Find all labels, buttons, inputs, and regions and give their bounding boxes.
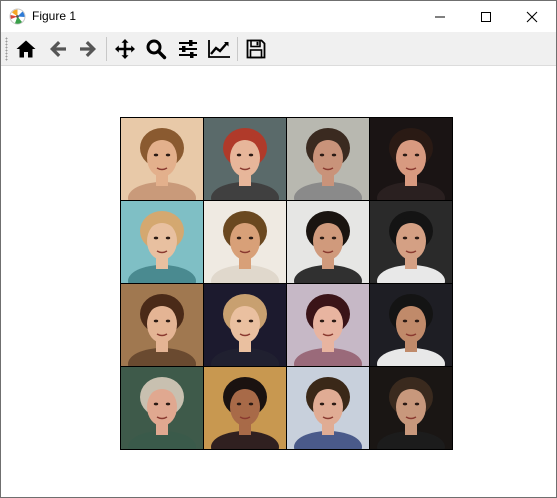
- face-image: [121, 367, 203, 449]
- maximize-icon: [481, 11, 491, 22]
- home-icon: [16, 40, 36, 58]
- face-image: [287, 284, 369, 366]
- figure-canvas[interactable]: [1, 66, 556, 497]
- face-image-cell: [287, 118, 369, 200]
- face-image: [204, 201, 286, 283]
- toolbar-separator: [237, 37, 238, 61]
- arrow-right-icon: [80, 41, 96, 57]
- face-image-cell: [121, 201, 203, 283]
- face-image-cell: [204, 201, 286, 283]
- maximize-button[interactable]: [463, 1, 509, 32]
- save-button[interactable]: [243, 36, 269, 62]
- face-image-cell: [287, 284, 369, 366]
- face-image-cell: [204, 118, 286, 200]
- minimize-button[interactable]: [417, 1, 463, 32]
- forward-button[interactable]: [75, 36, 101, 62]
- face-image: [370, 201, 452, 283]
- face-image: [287, 367, 369, 449]
- face-image-cell: [121, 118, 203, 200]
- face-image-grid: [120, 117, 453, 450]
- face-image: [204, 367, 286, 449]
- pan-button[interactable]: [112, 36, 138, 62]
- window-title: Figure 1: [32, 9, 77, 23]
- face-image: [121, 201, 203, 283]
- face-image-cell: [287, 201, 369, 283]
- minimize-icon: [435, 16, 445, 17]
- sliders-icon: [179, 40, 197, 58]
- face-image-cell: [121, 367, 203, 449]
- face-image-cell: [204, 284, 286, 366]
- title-bar[interactable]: Figure 1: [1, 1, 556, 32]
- face-image: [204, 118, 286, 200]
- home-button[interactable]: [13, 36, 39, 62]
- face-image-cell: [370, 118, 452, 200]
- figure-window: Figure 1: [0, 0, 557, 498]
- face-image: [370, 118, 452, 200]
- close-icon: [526, 11, 538, 22]
- face-image: [204, 284, 286, 366]
- navigation-toolbar: [1, 32, 556, 66]
- back-button[interactable]: [45, 36, 71, 62]
- zoom-button[interactable]: [143, 36, 169, 62]
- face-image-cell: [370, 367, 452, 449]
- configure-subplots-button[interactable]: [175, 36, 201, 62]
- magnifier-icon: [146, 39, 167, 60]
- arrow-left-icon: [50, 41, 66, 57]
- matplotlib-app-icon: [9, 8, 26, 25]
- face-image-cell: [204, 367, 286, 449]
- face-image: [287, 201, 369, 283]
- face-image: [121, 118, 203, 200]
- face-image-cell: [370, 201, 452, 283]
- face-image-cell: [121, 284, 203, 366]
- floppy-disk-icon: [246, 39, 266, 59]
- line-chart-icon: [208, 40, 230, 58]
- face-image: [287, 118, 369, 200]
- face-image: [370, 367, 452, 449]
- close-button[interactable]: [509, 1, 555, 32]
- toolbar-grip[interactable]: [5, 37, 8, 61]
- face-image-cell: [287, 367, 369, 449]
- move-icon: [115, 39, 135, 59]
- toolbar-separator: [106, 37, 107, 61]
- face-image: [121, 284, 203, 366]
- face-image-cell: [370, 284, 452, 366]
- face-image: [370, 284, 452, 366]
- edit-axes-button[interactable]: [206, 36, 232, 62]
